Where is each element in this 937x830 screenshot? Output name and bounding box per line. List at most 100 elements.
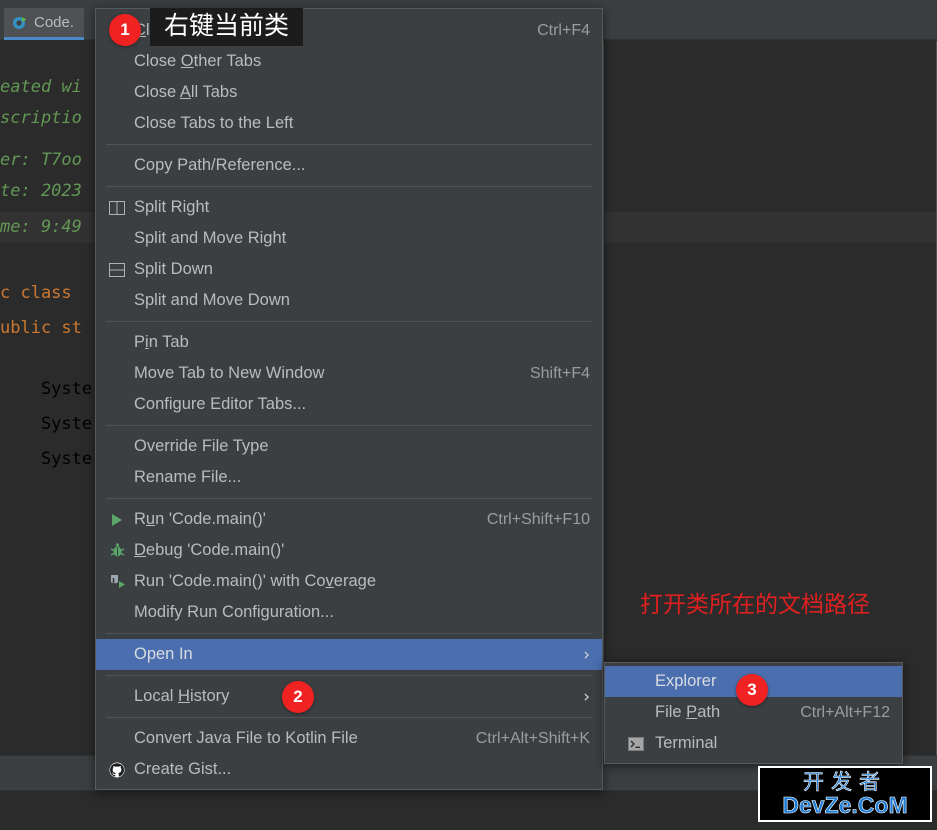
annotation-tooltip: 右键当前类 [150,8,304,46]
menu-item-label: Split Down [134,260,213,278]
menu-item-no-icon [104,687,130,707]
menu-item-rename-file[interactable]: Rename File... [96,462,602,493]
menu-item-split-and-move-down[interactable]: Split and Move Down [96,285,602,316]
menu-item-no-icon [104,437,130,457]
menu-item-label: Modify Run Configuration... [134,603,334,621]
menu-item-no-icon [104,52,130,72]
menu-item-no-icon [104,229,130,249]
menu-item-label: Close All Tabs [134,83,238,101]
java-class-icon [12,15,28,31]
menu-item-split-down[interactable]: Split Down [96,254,602,285]
ide-window: Code. eated wi scriptio er: T7oo te: 2023 me… [0,0,937,830]
menu-item-label: Override File Type [134,437,269,455]
submenu-item-shortcut: Ctrl+Alt+F12 [800,703,890,721]
menu-item-no-icon [104,603,130,623]
annotation-badge-1: 1 [109,14,141,46]
code-line: Syste [0,374,92,405]
menu-item-label: Split and Move Right [134,229,287,247]
menu-item-no-icon [104,333,130,353]
code-line: me: 9:49 [0,212,82,243]
code-line: Syste [0,444,92,475]
menu-item-convert-java-file-to-kotlin-file[interactable]: Convert Java File to Kotlin File Ctrl+Alt… [96,723,602,754]
menu-item-no-icon [104,364,130,384]
code-text: er: T7oo [0,150,82,170]
menu-item-no-icon [104,645,130,665]
code-text: te: 2023 [0,181,82,201]
code-text: c class [0,283,72,303]
menu-item-no-icon [104,291,130,311]
menu-item-label: Local History [134,687,230,705]
menu-separator [106,498,592,499]
menu-item-shortcut: Ctrl+F4 [537,21,590,39]
chevron-right-icon: › [583,644,590,665]
menu-item-label: Create Gist... [134,760,232,778]
menu-item-create-gist[interactable]: Create Gist... [96,754,602,785]
menu-item-close-all-tabs[interactable]: Close All Tabs [96,77,602,108]
menu-separator [106,321,592,322]
menu-separator [106,675,592,676]
menu-item-configure-editor-tabs[interactable]: Configure Editor Tabs... [96,389,602,420]
menu-separator [106,717,592,718]
menu-item-label: Run 'Code.main()' with Coverage [134,572,376,590]
site-watermark: 开发者 DevZe.CoM [758,766,932,822]
code-text: Syste [0,379,93,399]
menu-item-shortcut: Ctrl+Alt+Shift+K [475,729,590,747]
menu-separator [106,633,592,634]
split-right-icon [104,198,130,218]
watermark-en-text: DevZe.CoM [782,791,908,818]
annotation-red-note: 打开类所在的文档路径 [640,592,870,618]
menu-item-label: Close Other Tabs [134,52,262,70]
menu-item-debug-code-main[interactable]: Debug 'Code.main()' [96,535,602,566]
github-icon [104,760,130,780]
annotation-badge-3: 3 [736,674,768,706]
menu-item-label: Open In [134,645,193,663]
menu-item-label: Pin Tab [134,333,189,351]
menu-item-run-code-main-with-coverage[interactable]: Run 'Code.main()' with Coverage [96,566,602,597]
submenu-item-terminal[interactable]: Terminal [605,728,902,759]
menu-separator [106,144,592,145]
menu-item-copy-path-reference[interactable]: Copy Path/Reference... [96,150,602,181]
code-line: ublic st [0,313,82,344]
tab-context-menu[interactable]: CloseCtrl+F4Close Other TabsClose All Ta… [95,8,603,790]
submenu-item-label: Terminal [655,734,718,752]
menu-item-no-icon [104,395,130,415]
editor-split-divider [603,41,604,755]
menu-item-split-right[interactable]: Split Right [96,192,602,223]
submenu-item-label: File Path [655,703,721,721]
menu-item-no-icon [104,156,130,176]
code-line: Syste [0,409,92,440]
menu-item-split-and-move-right[interactable]: Split and Move Right [96,223,602,254]
menu-item-no-icon [104,83,130,103]
menu-item-label: Rename File... [134,468,242,486]
chevron-right-icon: › [583,686,590,707]
annotation-badge-2: 2 [282,681,314,713]
menu-separator [106,186,592,187]
menu-item-close-tabs-to-the-left[interactable]: Close Tabs to the Left [96,108,602,139]
menu-item-modify-run-configuration[interactable]: Modify Run Configuration... [96,597,602,628]
code-line: er: T7oo [0,145,82,176]
code-text: Syste [0,414,93,434]
terminal-icon [623,734,649,754]
menu-separator [106,425,592,426]
menu-item-label: Convert Java File to Kotlin File [134,729,358,747]
menu-item-local-history[interactable]: Local History › [96,681,602,712]
menu-item-override-file-type[interactable]: Override File Type [96,431,602,462]
coverage-icon [104,572,130,592]
code-line: c class [0,278,72,309]
code-text: ublic st [0,318,82,338]
watermark-cn-text: 开发者 [803,769,887,794]
run-icon [104,510,130,530]
menu-item-move-tab-to-new-window[interactable]: Move Tab to New Window Shift+F4 [96,358,602,389]
menu-item-pin-tab[interactable]: Pin Tab [96,327,602,358]
code-text: eated wi [0,77,82,97]
editor-tab-code[interactable]: Code. [4,8,85,40]
window-top-strip [0,0,937,8]
editor-tab-label: Code. [34,14,75,31]
menu-item-open-in[interactable]: Open In › [96,639,602,670]
code-text: scriptio [0,108,82,128]
menu-item-run-code-main[interactable]: Run 'Code.main()' Ctrl+Shift+F10 [96,504,602,535]
menu-item-close-other-tabs[interactable]: Close Other Tabs [96,46,602,77]
submenu-item-no-icon [623,672,649,692]
menu-item-label: Run 'Code.main()' [134,510,266,528]
menu-item-label: Configure Editor Tabs... [134,395,307,413]
